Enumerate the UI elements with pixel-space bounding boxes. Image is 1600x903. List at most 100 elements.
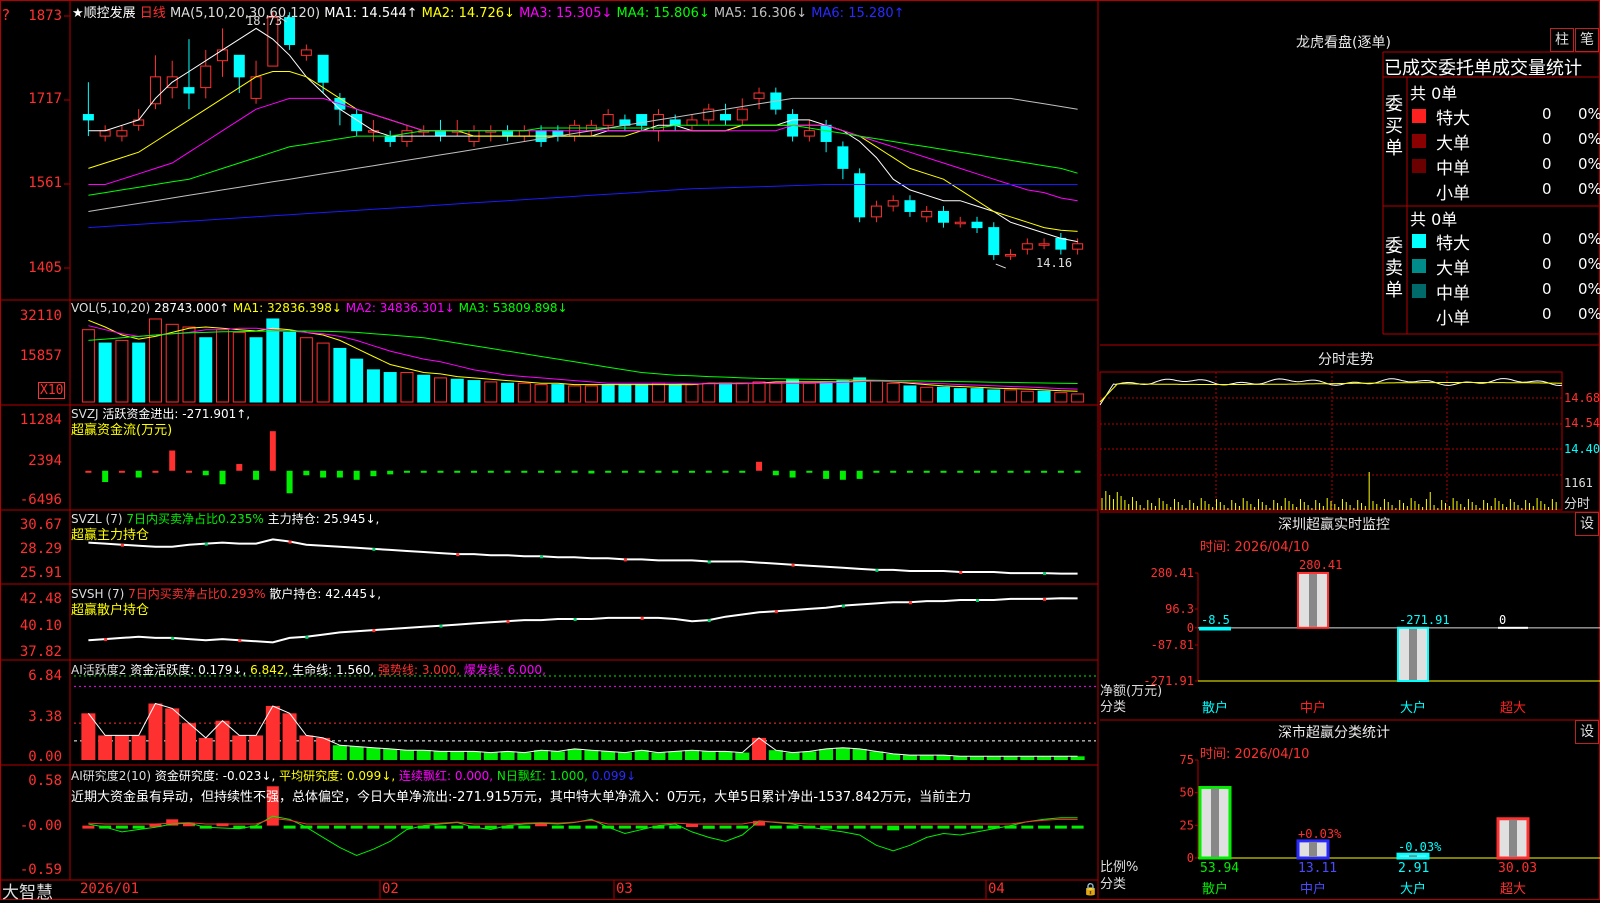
szjk-settings-button[interactable]: 设	[1575, 512, 1599, 536]
vol-bar-45	[836, 380, 850, 403]
research-bar-15	[333, 825, 346, 829]
research-bar-2	[115, 825, 128, 829]
stock-title[interactable]: ★顺控发展	[72, 6, 136, 21]
research-bar-26	[518, 825, 531, 829]
retail-holding-dot-21	[439, 624, 443, 628]
activity-bar-38	[718, 751, 733, 760]
vol-bar-18	[383, 372, 397, 403]
candle-body-26	[518, 130, 530, 137]
svzl-axis-2: 25.91	[19, 565, 62, 581]
vol-bar-5	[165, 323, 179, 403]
fundflow-bar-42	[789, 470, 796, 478]
vol-bar-56	[1020, 390, 1034, 403]
fundflow-bar-18	[387, 470, 394, 475]
chart-canvas: 280.4196.30-87.81-271.91-8.5散户280.41中户-2…	[0, 0, 1600, 900]
fundflow-bar-22	[454, 470, 461, 473]
main-holding-dot-12	[288, 540, 292, 544]
vol-bar-1	[98, 342, 112, 403]
research-bar-22	[451, 825, 464, 829]
sstj-cat-3: 超大	[1500, 882, 1526, 897]
app-logo: 大智慧	[2, 883, 53, 903]
research-bar-50	[920, 825, 933, 829]
date-label-1: 02	[382, 881, 399, 897]
bar-mode-button[interactable]: 柱	[1550, 28, 1574, 52]
retail-holding-dot-45	[841, 604, 845, 608]
szjk-axis-0: 280.41	[1151, 566, 1194, 580]
research-bar-46	[853, 825, 866, 829]
high-label: 18.73	[246, 14, 283, 28]
period-label[interactable]: 日线	[140, 6, 166, 21]
vol-bar-3	[132, 342, 146, 403]
ma-items: MA1: 14.544↑ MA2: 14.726↓ MA3: 15.305↓ M…	[324, 6, 904, 21]
vol-bar-8	[216, 329, 230, 403]
research-bar-44	[820, 825, 833, 829]
activity-bar-8	[215, 720, 230, 760]
vol-bar-51	[936, 386, 950, 403]
vol-ma-item-0: MA1: 32836.398↓	[232, 301, 342, 315]
candle-body-31	[602, 114, 614, 126]
vol-bar-29	[568, 385, 582, 403]
vol-bar-6	[182, 326, 196, 403]
vol-bar-21	[433, 377, 447, 403]
activity-bar-42	[785, 752, 800, 760]
activity-bar-16	[349, 746, 364, 760]
ai1-header: AI活跃度2 资金活跃度: 0.179↓, 6.842, 生命线: 1.560,…	[71, 661, 546, 678]
research-bar-57	[1038, 825, 1051, 829]
activity-bar-29	[567, 748, 582, 760]
main-holding-dot-17	[372, 547, 376, 551]
candle-body-57	[1038, 243, 1050, 246]
activity-bar-50	[919, 755, 934, 760]
fundflow-bar-17	[370, 470, 377, 477]
research-bar-48	[887, 825, 900, 831]
research-bar-42	[786, 825, 799, 829]
research-bar-49	[903, 825, 916, 829]
ai2-axis-0: 0.58	[28, 773, 62, 789]
activity-bar-36	[684, 750, 699, 760]
fundflow-bar-35	[672, 470, 679, 473]
candle-body-10	[250, 76, 262, 99]
activity-bar-35	[668, 751, 683, 760]
szjk-axis-1: 96.3	[1165, 602, 1194, 616]
main-holding-dot-27	[540, 555, 544, 559]
candle-body-21	[434, 130, 446, 137]
fs-axis-1: 14.54	[1564, 416, 1600, 430]
research-bar-41	[769, 825, 782, 829]
ai2-comment: 近期大资金虽有异动，但持续性不强，总体偏空，今日大单净流出:-271.915万元…	[71, 790, 972, 805]
fundflow-bar-2	[118, 470, 125, 473]
ai2-p4: N日飘红: 1.000,	[496, 769, 588, 783]
activity-bar-2	[114, 735, 129, 760]
sell-swatch-1	[1412, 259, 1426, 273]
ma-line-ma2	[88, 71, 1078, 232]
main-axis-3: 1405	[28, 260, 62, 276]
candle-body-2	[116, 130, 128, 137]
sstj-cat-0: 散户	[1202, 881, 1228, 897]
fundflow-bar-54	[990, 470, 997, 473]
fs-title: 分时走势	[1318, 352, 1374, 368]
activity-bar-9	[232, 735, 247, 760]
szjk-axis-3: -87.81	[1151, 638, 1194, 652]
svsh-p2: 散户持仓: 42.445↓,	[269, 587, 382, 601]
vol-bar-27	[534, 384, 548, 403]
research-bar-45	[836, 825, 849, 829]
activity-bar-10	[249, 735, 264, 760]
vol-bar-53	[970, 388, 984, 403]
lock-icon[interactable]: 🔒	[1083, 882, 1098, 896]
research-avg-line	[88, 815, 1078, 857]
research-bar-56	[1021, 825, 1034, 829]
szjk-value-2: -271.91	[1399, 613, 1450, 627]
activity-bar-20	[416, 750, 431, 760]
vol-bar-20	[417, 374, 431, 403]
candle-body-40	[753, 92, 765, 99]
buy-row-value-3: 0	[1542, 180, 1552, 198]
svzl-axis-1: 28.29	[19, 541, 62, 557]
vol-bar-17	[366, 369, 380, 403]
activity-bar-47	[869, 751, 884, 760]
vol-unit[interactable]: X10	[38, 382, 66, 399]
sstj-value-1: 13.11	[1298, 861, 1337, 876]
tick-mode-button[interactable]: 笔	[1575, 28, 1599, 52]
svzj-axis-1: 2394	[28, 453, 62, 469]
ai1-p5: 爆发线: 6.000,	[463, 663, 546, 677]
sstj-settings-button[interactable]: 设	[1575, 720, 1599, 744]
vol-bar-58	[1054, 392, 1068, 403]
sstj-value-0: 53.94	[1200, 861, 1239, 876]
